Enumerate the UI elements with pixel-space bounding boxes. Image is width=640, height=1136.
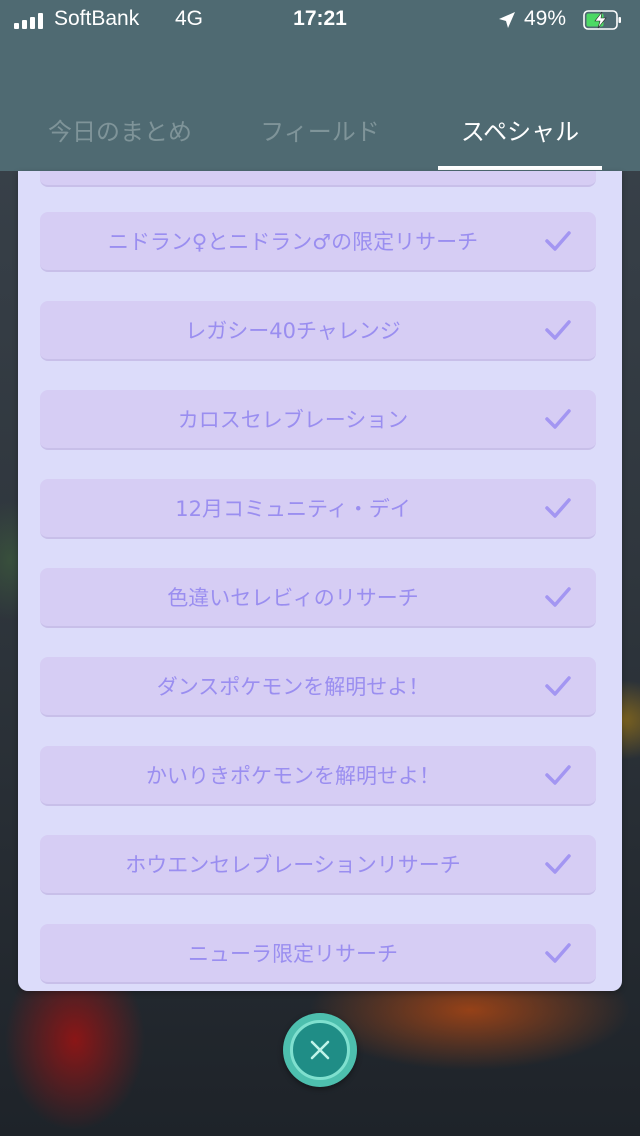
check-icon bbox=[545, 765, 571, 785]
status-bar: SoftBank 4G 17:21 49% bbox=[0, 0, 640, 40]
list-item-partial[interactable] bbox=[40, 171, 596, 187]
list-item[interactable]: かいりきポケモンを解明せよ！ bbox=[40, 746, 596, 806]
battery-charging-icon bbox=[583, 10, 621, 30]
active-tab-indicator bbox=[438, 166, 602, 170]
location-arrow-icon bbox=[499, 12, 515, 28]
list-item[interactable]: ニューラ限定リサーチ bbox=[40, 924, 596, 984]
item-label: ニューラ限定リサーチ bbox=[188, 942, 398, 966]
check-icon bbox=[545, 943, 571, 963]
header-bar: SoftBank 4G 17:21 49% 今日のまとめ フィールド スペシャル bbox=[0, 0, 640, 171]
list-item[interactable]: ホウエンセレブレーションリサーチ bbox=[40, 835, 596, 895]
check-icon bbox=[545, 498, 571, 518]
list-item[interactable]: 12月コミュニティ・デイ bbox=[40, 479, 596, 539]
close-icon bbox=[310, 1040, 330, 1060]
list-item[interactable]: ダンスポケモンを解明せよ！ bbox=[40, 657, 596, 717]
close-button-inner bbox=[290, 1020, 350, 1080]
close-button[interactable] bbox=[283, 1013, 357, 1087]
item-label: レガシー40チャレンジ bbox=[185, 319, 401, 343]
tab-bar: 今日のまとめ フィールド スペシャル bbox=[0, 100, 640, 171]
tab-field[interactable]: フィールド bbox=[220, 112, 420, 152]
item-label: カロスセレブレーション bbox=[177, 408, 409, 432]
tab-special[interactable]: スペシャル bbox=[438, 112, 602, 152]
list-item[interactable]: レガシー40チャレンジ bbox=[40, 301, 596, 361]
check-icon bbox=[545, 854, 571, 874]
special-research-panel[interactable]: ニドラン♀とニドラン♂の限定リサーチ レガシー40チャレンジ カロスセレブレーシ… bbox=[18, 171, 622, 991]
item-label: 12月コミュニティ・デイ bbox=[175, 497, 411, 521]
check-icon bbox=[545, 409, 571, 429]
item-label: かいりきポケモンを解明せよ！ bbox=[146, 764, 440, 788]
item-label: ダンスポケモンを解明せよ！ bbox=[156, 675, 430, 699]
item-label: ホウエンセレブレーションリサーチ bbox=[125, 853, 461, 877]
check-icon bbox=[545, 320, 571, 340]
list-item[interactable]: 色違いセレビィのリサーチ bbox=[40, 568, 596, 628]
tab-today-summary[interactable]: 今日のまとめ bbox=[20, 112, 220, 152]
list-item[interactable]: ニドラン♀とニドラン♂の限定リサーチ bbox=[40, 212, 596, 272]
list-item[interactable]: カロスセレブレーション bbox=[40, 390, 596, 450]
check-icon bbox=[545, 587, 571, 607]
check-icon bbox=[545, 676, 571, 696]
battery-percent: 49% bbox=[524, 7, 567, 30]
check-icon bbox=[545, 231, 571, 251]
item-label: 色違いセレビィのリサーチ bbox=[167, 586, 419, 610]
item-label: ニドラン♀とニドラン♂の限定リサーチ bbox=[107, 230, 479, 254]
